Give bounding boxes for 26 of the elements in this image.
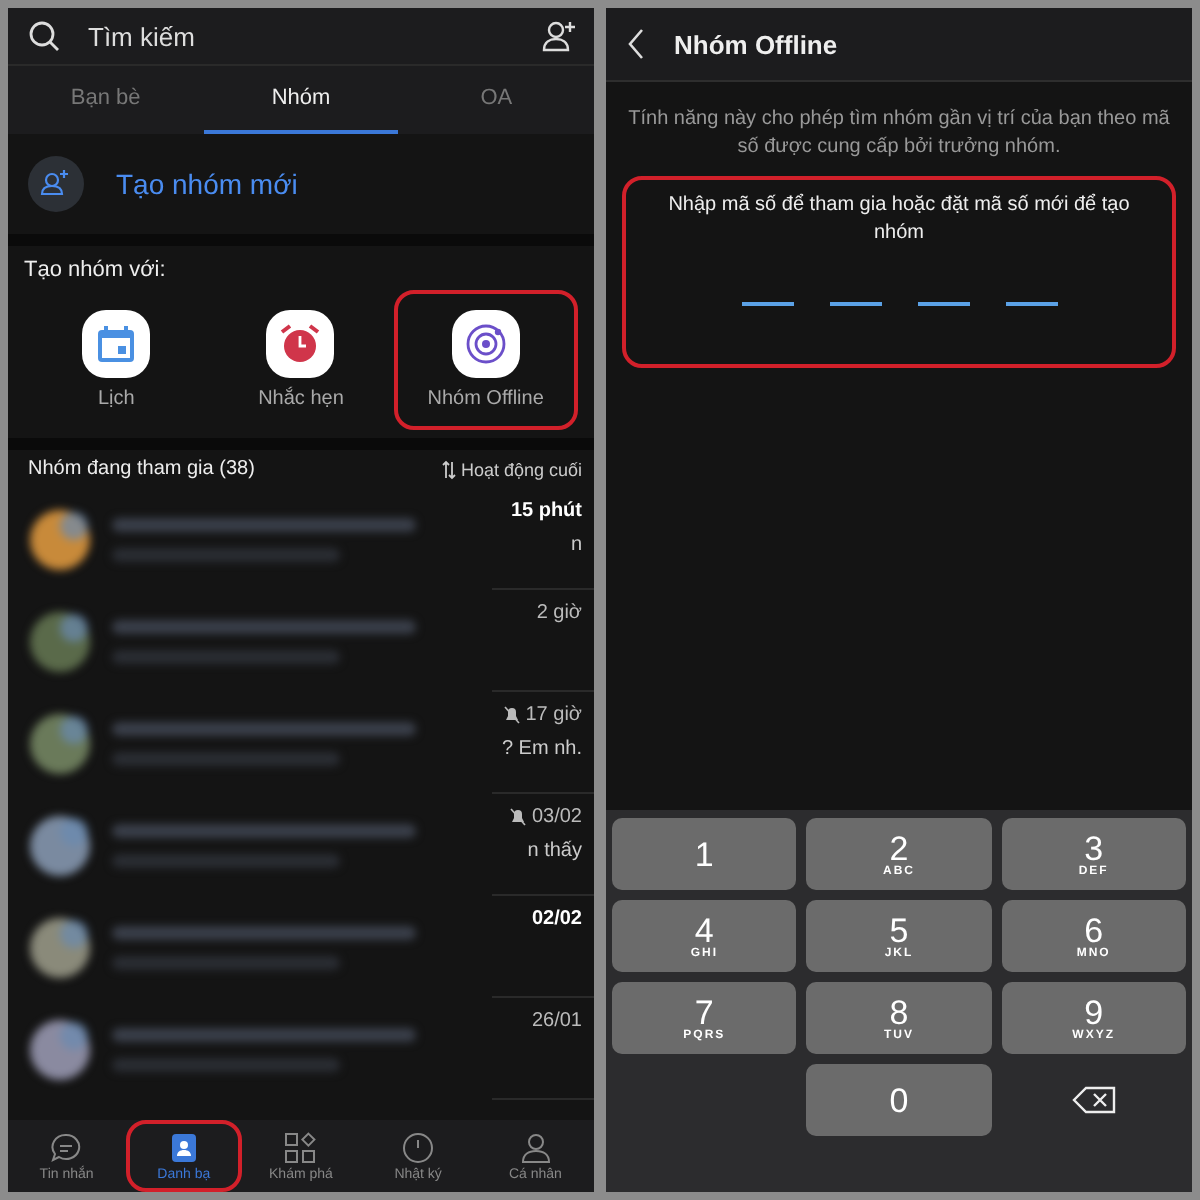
- time-label: 02/02: [531, 908, 582, 930]
- code-prompt: Nhập mã số để tham gia hoặc đặt mã số mới để tạo nhóm: [666, 192, 1132, 246]
- time-label: 2 giờ: [536, 602, 582, 624]
- group-option[interactable]: Nhóm Offline: [393, 290, 578, 430]
- keypad-key[interactable]: 0: [806, 1064, 992, 1136]
- time-label: 15 phút: [510, 500, 582, 522]
- section-title: Nhóm đang tham gia (38): [28, 458, 255, 480]
- sort-button[interactable]: Hoạt động cuối: [460, 459, 582, 479]
- group-option[interactable]: Lịch: [24, 290, 209, 430]
- keypad-key[interactable]: 1: [612, 818, 797, 890]
- screen-title: Nhóm Offline: [674, 29, 838, 59]
- search-bar[interactable]: Tìm kiếm: [8, 8, 594, 64]
- create-group-link[interactable]: Tạo nhóm mới: [116, 168, 298, 200]
- description: Tính năng này cho phép tìm nhóm gần vị trí của bạn theo mã số được cung cấp bởi trưởng nhóm.: [626, 106, 1172, 160]
- tab[interactable]: OA: [398, 66, 594, 134]
- group-option[interactable]: Nhắc hẹn: [208, 290, 394, 430]
- time-label: 26/01: [531, 1010, 582, 1032]
- message-preview: n: [570, 534, 582, 556]
- search-field[interactable]: Tìm kiếm: [84, 19, 518, 53]
- section-label: Tạo nhóm với:: [24, 258, 168, 282]
- time-label: 17 giờ: [525, 704, 582, 726]
- tab[interactable]: Nhóm: [203, 66, 399, 134]
- time-label: 03/02: [531, 806, 582, 828]
- message-preview: n thấy: [527, 840, 582, 862]
- message-preview: ? Em nh.: [501, 738, 582, 760]
- tab[interactable]: Bạn bè: [8, 66, 204, 134]
